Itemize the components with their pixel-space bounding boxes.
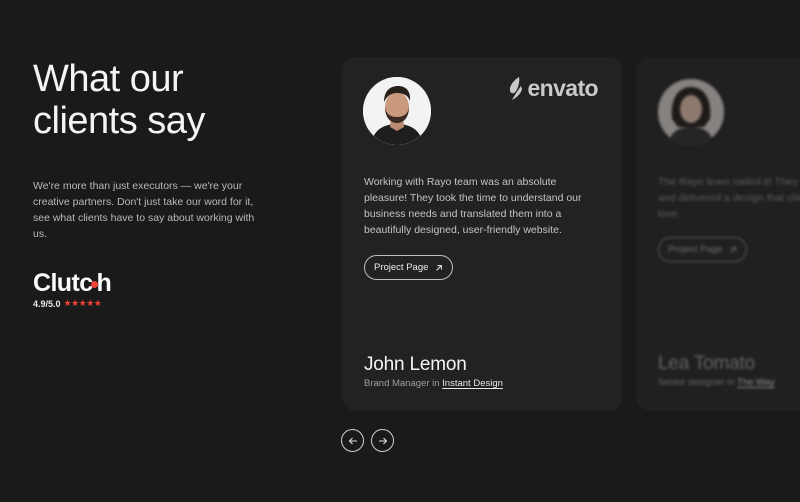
arrow-up-right-icon (730, 246, 737, 253)
client-role: Brand Manager in Instant Design (364, 378, 503, 389)
testimonial-quote: Working with Rayo team was an absolute p… (364, 176, 582, 236)
role-text: Senior designer in (658, 377, 735, 388)
company-link[interactable]: Instant Design (442, 378, 503, 389)
testimonials-section: What our clients say We're more than jus… (0, 0, 800, 502)
client-brand-logo: envato (506, 75, 599, 102)
envato-leaf-icon (510, 76, 523, 100)
testimonial-card-next[interactable]: The Rayo team nailed it! They listened a… (636, 57, 800, 411)
testimonial-quote: The Rayo team nailed it! They listened a… (658, 176, 800, 220)
project-page-button[interactable]: Project Page (658, 237, 748, 262)
role-text: Brand Manager in (364, 378, 440, 389)
arrow-left-icon (348, 437, 357, 444)
brand-name: envato (527, 75, 598, 101)
rating-value: 4.9/5.0 (33, 298, 61, 309)
testimonial-card: envato Working with Rayo team was an abs… (342, 57, 622, 411)
arrow-up-right-icon (436, 264, 443, 271)
man-portrait-icon (363, 77, 431, 145)
client-name: Lea Tomato (658, 353, 755, 374)
title-line-2: clients say (33, 100, 205, 142)
clutch-logo: Clutc h (33, 269, 112, 297)
project-page-label: Project Page (374, 262, 429, 273)
avatar (658, 79, 724, 145)
title-line-1: What our (33, 58, 184, 100)
woman-portrait-icon (658, 79, 724, 145)
section-description: We're more than just executors — we're y… (33, 180, 255, 240)
clutch-dot-icon (90, 281, 98, 288)
next-button[interactable] (371, 429, 394, 452)
arrow-right-icon (378, 437, 387, 444)
intro: What our clients say We're more than jus… (33, 58, 283, 309)
client-name: John Lemon (364, 354, 467, 375)
company-link: The Way (737, 377, 775, 388)
clutch-rating: 4.9/5.0 ★★★★★ (33, 298, 283, 309)
star-rating-icon: ★★★★★ (63, 298, 102, 308)
carousel-nav (341, 429, 394, 452)
clutch-wordmark-end: h (96, 269, 112, 297)
project-page-button[interactable]: Project Page (364, 255, 454, 280)
clutch-badge[interactable]: Clutc h 4.9/5.0 ★★★★★ (33, 270, 283, 309)
prev-button[interactable] (341, 429, 364, 452)
clutch-wordmark: Clutc (33, 269, 93, 297)
section-title: What our clients say (33, 58, 283, 142)
project-page-label: Project Page (668, 244, 723, 255)
avatar (363, 77, 431, 145)
client-role: Senior designer in The Way (658, 377, 775, 388)
